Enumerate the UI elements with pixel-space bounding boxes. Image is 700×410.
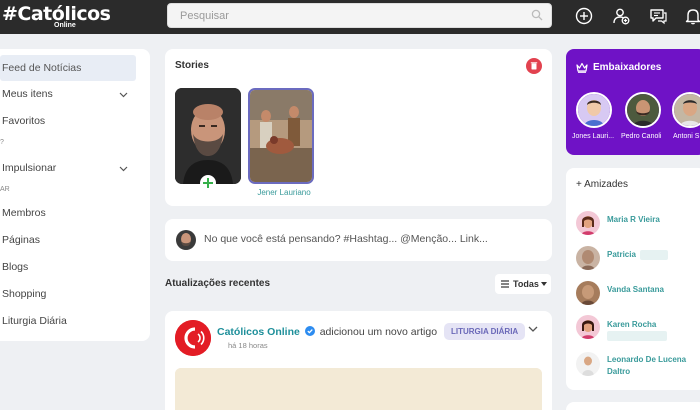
sidebar-item-favorites[interactable]: Favoritos	[0, 108, 136, 134]
sidebar-item-daily-liturgy[interactable]: Liturgia Diária	[0, 308, 136, 334]
sidebar-item-label: Meus itens	[2, 88, 53, 100]
search-input[interactable]	[168, 4, 508, 27]
sidebar-section-label: ?	[0, 139, 4, 146]
friend-name[interactable]: Maria R Vieira	[607, 215, 660, 224]
post-options-chevron-icon[interactable]	[528, 324, 538, 334]
author-avatar[interactable]	[175, 320, 211, 356]
trash-icon	[530, 62, 538, 70]
delete-story-button[interactable]	[526, 58, 542, 74]
left-sidebar: Feed de Notícias Meus itens Favoritos ? …	[0, 49, 150, 341]
composer-placeholder[interactable]: No que você está pensando? #Hashtag... @…	[204, 233, 488, 245]
recent-updates-title: Atualizações recentes	[165, 278, 271, 289]
search-icon[interactable]	[531, 9, 543, 21]
post-action-text: adicionou um novo artigo	[319, 326, 438, 338]
sidebar-item-label: Páginas	[2, 234, 40, 246]
sidebar-item-pages[interactable]: Páginas	[0, 227, 136, 253]
notifications-bell-icon[interactable]	[683, 6, 700, 26]
friend-name[interactable]: Leonardo De Lucena Daltro	[607, 354, 699, 378]
story-item[interactable]	[248, 88, 314, 184]
caret-down-icon	[541, 282, 547, 286]
story-create[interactable]	[175, 88, 241, 184]
ambassador-name[interactable]: Jones Lauri...	[572, 133, 614, 140]
sidebar-section-label: AR	[0, 186, 10, 193]
article-image	[175, 368, 542, 410]
friend-avatar[interactable]	[576, 352, 600, 376]
catolicos-logo-icon	[175, 320, 211, 356]
sidebar-item-label: Membros	[2, 207, 46, 219]
ambassadors-title: Embaixadores	[593, 62, 662, 73]
filter-label: Todas	[513, 279, 539, 289]
sidebar-item-label: Impulsionar	[2, 162, 57, 174]
post-timestamp[interactable]: há 18 horas	[228, 341, 268, 350]
sidebar-item-label: Shopping	[2, 288, 47, 300]
stories-title: Stories	[175, 60, 209, 71]
friend-avatar[interactable]	[576, 211, 600, 235]
sidebar-item-label: Feed de Notícias	[2, 62, 82, 74]
user-photo	[175, 88, 241, 184]
post-image[interactable]	[175, 368, 542, 410]
friend-name[interactable]: Patricia	[607, 250, 636, 259]
ambassador-name[interactable]: Pedro Canoli	[621, 133, 661, 140]
add-friend-icon[interactable]	[611, 6, 631, 26]
friend-name[interactable]: Vanda Santana	[607, 285, 664, 294]
site-logo[interactable]: #Católicos Online	[2, 3, 111, 29]
friend-avatar[interactable]	[576, 281, 600, 305]
story-caption: Jener Lauriano	[257, 188, 311, 197]
logo-subtext: Online	[54, 22, 76, 29]
sidebar-card	[566, 402, 700, 410]
post-author-link[interactable]: Católicos Online	[217, 326, 300, 338]
chevron-down-icon[interactable]	[119, 90, 128, 99]
blurred-text	[607, 331, 667, 341]
sidebar-item-label: Favoritos	[2, 115, 46, 127]
sidebar-item-boost[interactable]: Impulsionar	[0, 155, 136, 181]
sidebar-item-members[interactable]: Membros	[0, 200, 136, 226]
ambassador-avatar[interactable]	[672, 92, 700, 128]
sidebar-item-label: Blogs	[2, 261, 29, 273]
feed-post: Católicos Online adicionou um novo artig…	[165, 311, 552, 410]
add-circle-icon[interactable]	[574, 6, 594, 26]
friend-suggestions-card: + Amizades Maria R Vieira Patricia Vanda…	[566, 168, 700, 390]
sidebar-item-label: Liturgia Diária	[2, 315, 67, 327]
verified-badge-icon	[304, 326, 315, 336]
blurred-text	[640, 250, 668, 260]
ambassadors-card: Embaixadores Jones Lauri... Pedro Canoli…	[566, 49, 700, 155]
story-thumbnail	[250, 90, 312, 182]
chevron-down-icon[interactable]	[119, 164, 128, 173]
ambassador-avatar[interactable]	[625, 92, 661, 128]
sidebar-item-my-items[interactable]: Meus itens	[0, 81, 136, 107]
stories-card: Stories Jener Lauriano	[165, 49, 552, 206]
feed-filter-dropdown[interactable]: Todas	[495, 274, 551, 294]
top-bar: #Católicos Online	[0, 0, 700, 34]
search-bar[interactable]	[167, 3, 552, 28]
sidebar-item-shopping[interactable]: Shopping	[0, 281, 136, 307]
add-story-button[interactable]	[200, 175, 216, 191]
post-composer[interactable]: No que você está pensando? #Hashtag... @…	[165, 219, 552, 261]
friend-suggestions-title: + Amizades	[576, 179, 628, 190]
ambassador-name[interactable]: Antoni S	[673, 133, 699, 140]
friend-avatar[interactable]	[576, 246, 600, 270]
friend-avatar[interactable]	[576, 315, 600, 339]
sidebar-item-feed[interactable]: Feed de Notícias	[0, 55, 136, 81]
list-icon	[501, 280, 509, 288]
messages-icon[interactable]	[648, 6, 668, 26]
sidebar-item-blogs[interactable]: Blogs	[0, 254, 136, 280]
ambassador-avatar[interactable]	[576, 92, 612, 128]
crown-icon	[576, 62, 588, 73]
post-header: Católicos Online adicionou um novo artig…	[217, 323, 526, 340]
plus-icon	[200, 175, 216, 191]
friend-name[interactable]: Karen Rocha	[607, 320, 656, 329]
avatar	[176, 230, 196, 250]
category-badge[interactable]: LITURGIA DIÁRIA	[443, 323, 526, 340]
